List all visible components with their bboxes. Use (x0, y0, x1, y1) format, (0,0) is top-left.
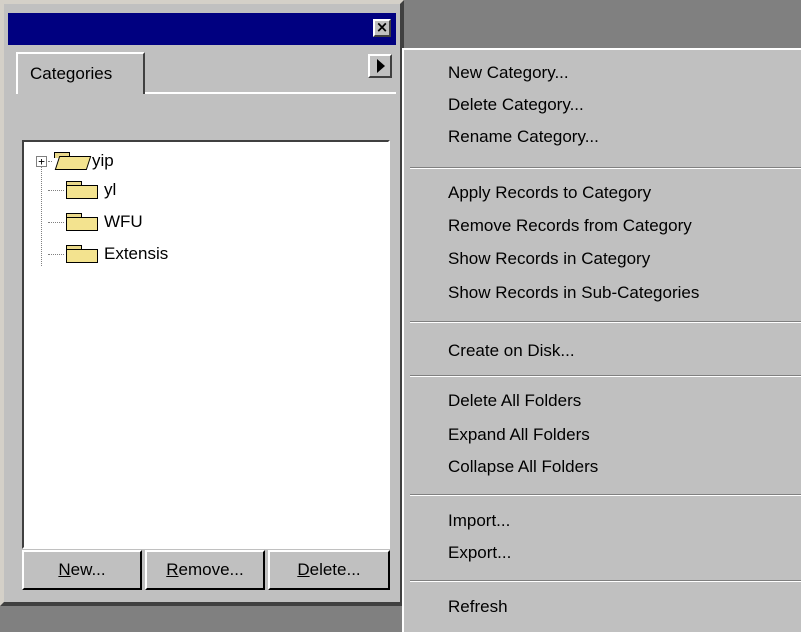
menu-item-remove-records[interactable]: Remove Records from Category (448, 211, 692, 241)
close-button[interactable]: × (373, 19, 391, 37)
tab-divider (145, 92, 396, 94)
context-menu: New Category... Delete Category... Renam… (402, 48, 801, 632)
delete-button[interactable]: Delete... (268, 550, 390, 590)
menu-item-import[interactable]: Import... (448, 506, 510, 536)
button-label: emove... (178, 560, 244, 579)
menu-item-expand-all-folders[interactable]: Expand All Folders (448, 420, 590, 450)
folder-icon (64, 245, 98, 263)
close-icon: × (375, 18, 389, 36)
expand-plus-icon[interactable]: + (36, 155, 47, 167)
menu-item-refresh[interactable]: Refresh (448, 592, 508, 622)
folder-icon (64, 213, 98, 231)
tree-connector (48, 221, 64, 223)
menu-item-show-sub-records[interactable]: Show Records in Sub-Categories (448, 278, 699, 308)
mnemonic: N (58, 560, 71, 579)
folder-icon (64, 181, 98, 199)
new-button[interactable]: New... (22, 550, 142, 590)
tree-item-label: WFU (104, 212, 143, 231)
menu-item-rename-category[interactable]: Rename Category... (448, 122, 599, 152)
tree-item-extensis[interactable]: Extensis (36, 242, 168, 266)
menu-item-apply-records[interactable]: Apply Records to Category (448, 178, 651, 208)
menu-item-create-on-disk[interactable]: Create on Disk... (448, 336, 575, 366)
category-tree[interactable]: + yip yl WFU Extensis (22, 140, 390, 549)
menu-item-delete-all-folders[interactable]: Delete All Folders (448, 386, 581, 416)
tree-item-label: Extensis (104, 244, 169, 263)
tab-label: Categories (30, 64, 113, 83)
button-label: elete... (309, 560, 361, 579)
menu-item-new-category[interactable]: New Category... (448, 58, 569, 88)
menu-item-show-records[interactable]: Show Records in Category (448, 244, 650, 274)
menu-separator (410, 321, 801, 323)
menu-item-delete-category[interactable]: Delete Category... (448, 90, 584, 120)
menu-separator (410, 494, 801, 496)
menu-item-collapse-all-folders[interactable]: Collapse All Folders (448, 452, 598, 482)
tree-connector (48, 189, 64, 191)
mnemonic: D (297, 560, 310, 579)
tab-scroll-right-arrow-icon[interactable] (368, 54, 392, 78)
tab-categories[interactable]: Categories (16, 52, 145, 94)
tree-item-label: yip (92, 151, 114, 170)
tree-item-label: yl (104, 180, 117, 199)
mnemonic: R (166, 560, 179, 579)
panel-title-bar[interactable]: × (8, 13, 396, 45)
button-label: ew... (70, 560, 106, 579)
menu-item-export[interactable]: Export... (448, 538, 511, 568)
menu-separator (410, 580, 801, 582)
menu-separator (410, 375, 801, 377)
remove-button[interactable]: Remove... (145, 550, 265, 590)
tree-item-yip[interactable]: + yip (36, 149, 114, 173)
tree-item-yl[interactable]: yl (36, 178, 116, 202)
menu-separator (410, 167, 801, 169)
tree-connector (48, 253, 64, 255)
tree-item-wfu[interactable]: WFU (36, 210, 143, 234)
folder-open-icon (52, 152, 86, 170)
